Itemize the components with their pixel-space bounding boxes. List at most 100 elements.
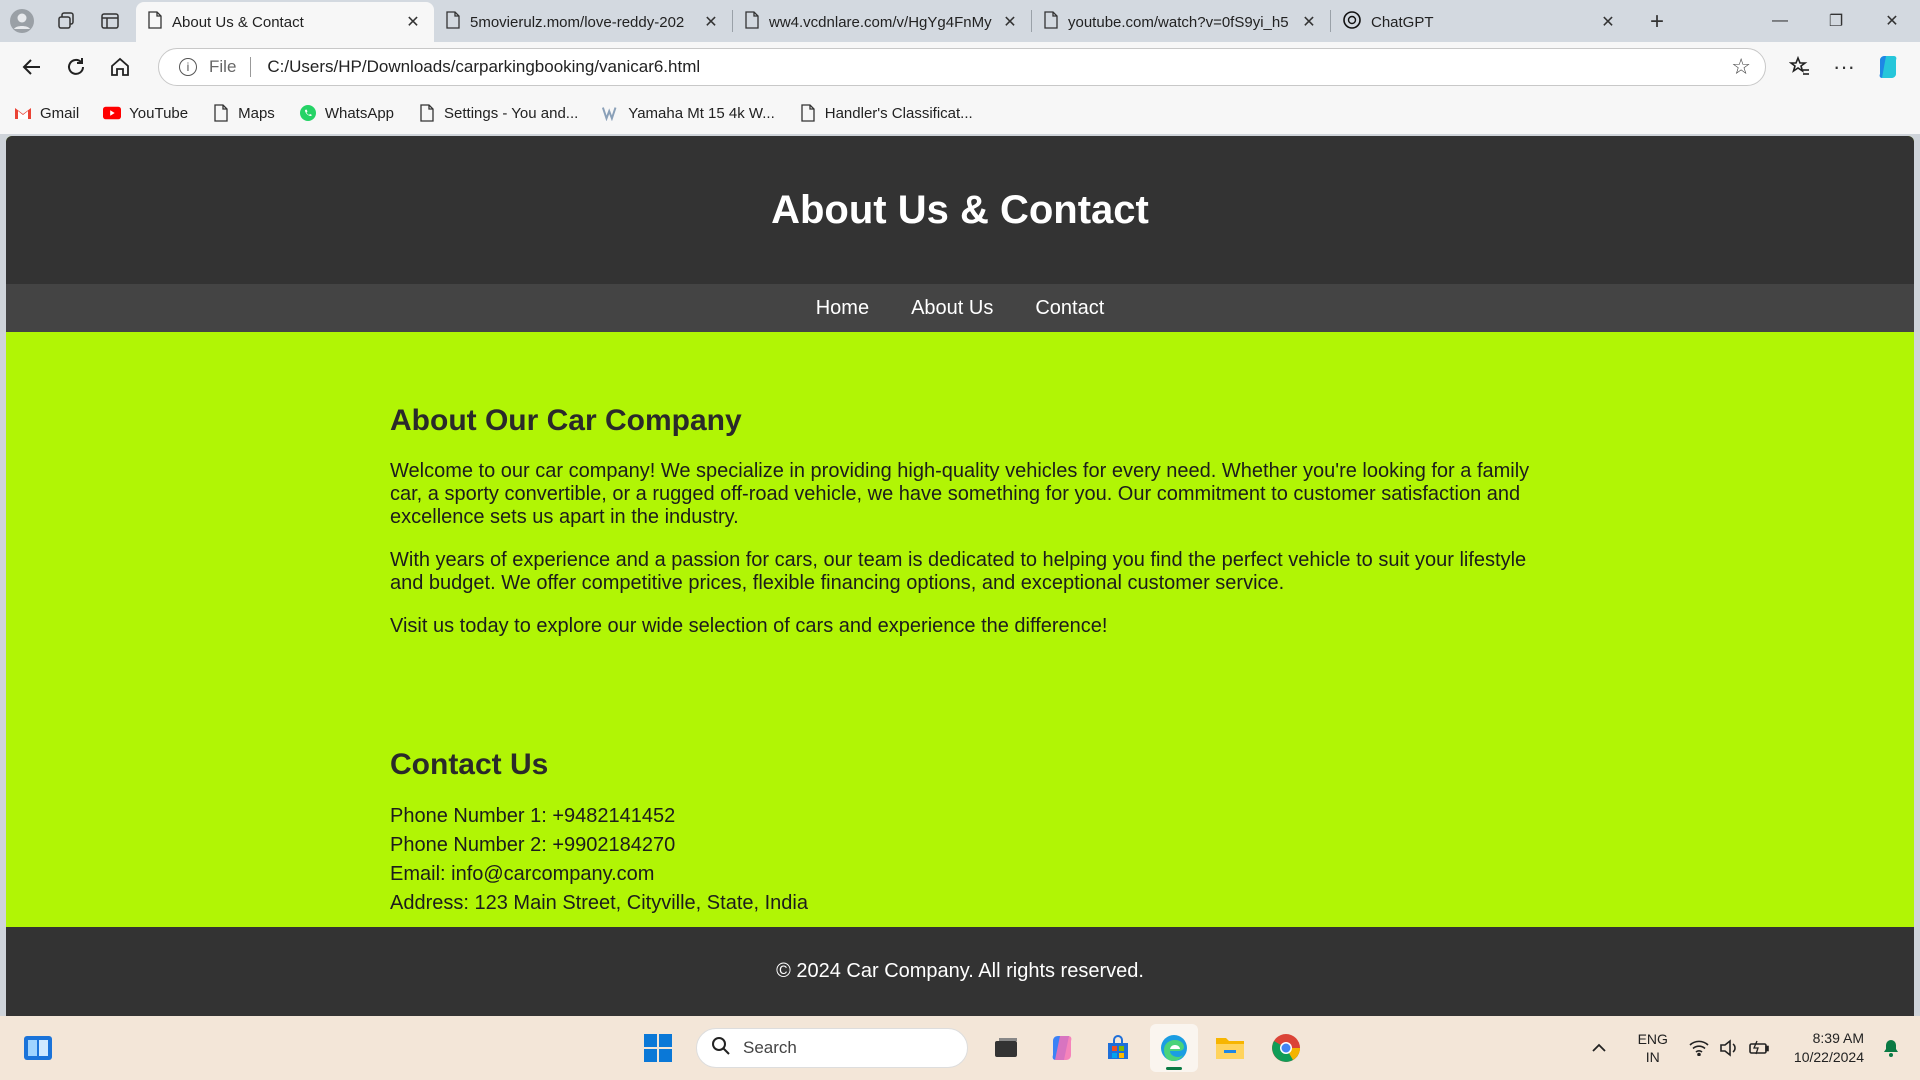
show-hidden-icons-chevron-icon[interactable]	[1586, 1035, 1612, 1061]
bookmark-handlers[interactable]: Handler's Classificat...	[799, 104, 973, 122]
close-tab-icon[interactable]: ✕	[402, 11, 424, 33]
about-paragraph: Visit us today to explore our wide selec…	[390, 615, 1108, 637]
close-tab-icon[interactable]: ✕	[1298, 11, 1320, 33]
wifi-icon[interactable]	[1686, 1035, 1712, 1061]
about-paragraph: Welcome to our car company! We specializ…	[390, 460, 1530, 528]
page-icon	[446, 11, 460, 33]
bookmark-label: Maps	[238, 104, 275, 122]
bookmark-label: YouTube	[129, 104, 189, 122]
home-icon[interactable]	[98, 47, 142, 87]
microsoft-store-icon[interactable]	[1094, 1024, 1142, 1072]
site-header: About Us & Contact	[6, 136, 1914, 284]
page-icon	[148, 11, 162, 33]
bookmarks-bar: Gmail YouTube Maps WhatsApp Settings - Y…	[0, 92, 1920, 134]
bookmark-label: Gmail	[40, 104, 80, 122]
search-icon	[711, 1036, 731, 1061]
close-window-icon[interactable]: ✕	[1864, 0, 1920, 42]
tab-title: youtube.com/watch?v=0fS9yi_h5	[1068, 13, 1289, 31]
clock-time: 8:39 AM	[1812, 1030, 1864, 1046]
bookmark-gmail[interactable]: Gmail	[14, 104, 79, 122]
bookmark-label: Handler's Classificat...	[824, 104, 973, 122]
tab-title: 5movierulz.mom/love-reddy-202	[470, 13, 685, 31]
file-explorer-icon[interactable]	[1206, 1024, 1254, 1072]
language-code: ENG	[1637, 1031, 1668, 1047]
taskbar-search-box[interactable]: Search	[696, 1028, 968, 1068]
bookmark-label: Yamaha Mt 15 4k W...	[628, 104, 775, 122]
bookmark-settings[interactable]: Settings - You and...	[418, 104, 578, 122]
bookmark-whatsapp[interactable]: WhatsApp	[299, 104, 394, 122]
volume-icon[interactable]	[1716, 1035, 1742, 1061]
system-tray: ENG IN 8:39 AM 10/22/2024	[1584, 1016, 1920, 1080]
copilot-app-icon[interactable]	[1038, 1024, 1086, 1072]
tab-about-us-contact[interactable]: About Us & Contact ✕	[136, 2, 434, 42]
os-taskbar: Search ENG IN 8:39 AM 10/22/2024	[0, 1016, 1920, 1080]
tab-title: ChatGPT	[1371, 13, 1434, 31]
chatgpt-icon	[1343, 11, 1361, 33]
task-view-icon[interactable]	[982, 1024, 1030, 1072]
gmail-icon	[14, 104, 32, 122]
url-text[interactable]: C:/Users/HP/Downloads/carparkingbooking/…	[267, 57, 1731, 77]
widgets-icon[interactable]	[22, 1032, 54, 1064]
about-section: About Our Car Company Welcome to our car…	[390, 404, 1530, 638]
tab-5movierulz[interactable]: 5movierulz.mom/love-reddy-202 ✕	[434, 4, 732, 40]
favorite-star-icon[interactable]: ☆	[1731, 54, 1751, 80]
window-controls: — ❐ ✕	[1752, 0, 1920, 42]
browser-tab-bar: About Us & Contact ✕ 5movierulz.mom/love…	[0, 0, 1920, 42]
edge-browser-icon[interactable]	[1150, 1024, 1198, 1072]
nav-contact-link[interactable]: Contact	[1035, 297, 1104, 320]
close-tab-icon[interactable]: ✕	[700, 11, 722, 33]
refresh-icon[interactable]	[54, 47, 98, 87]
taskbar-apps: Search	[634, 1016, 1318, 1080]
close-tab-icon[interactable]: ✕	[1597, 11, 1619, 33]
address-bar[interactable]: i File C:/Users/HP/Downloads/carparkingb…	[158, 48, 1766, 86]
clock-date: 10/22/2024	[1793, 1049, 1864, 1065]
contact-email: Email: info@carcompany.com	[390, 863, 655, 885]
more-options-icon[interactable]: ···	[1822, 47, 1866, 87]
contact-section: Contact Us Phone Number 1: +9482141452 P…	[390, 748, 1530, 915]
page-icon	[212, 104, 230, 122]
url-scheme: File	[209, 57, 237, 76]
language-indicator[interactable]: ENG IN	[1638, 1030, 1668, 1066]
favorites-icon[interactable]	[1778, 47, 1822, 87]
youtube-icon	[103, 104, 122, 122]
contact-heading: Contact Us	[390, 748, 549, 781]
notification-bell-icon[interactable]	[1878, 1035, 1904, 1061]
bookmark-maps[interactable]: Maps	[212, 104, 275, 122]
tab-title: About Us & Contact	[172, 13, 304, 31]
page-title: About Us & Contact	[771, 187, 1149, 232]
contact-phone-1: Phone Number 1: +9482141452	[390, 805, 676, 827]
whatsapp-icon	[299, 104, 317, 122]
battery-icon[interactable]	[1746, 1035, 1772, 1061]
clock[interactable]: 8:39 AM 10/22/2024	[1794, 1029, 1864, 1067]
wallpaper-icon	[602, 104, 620, 122]
bookmark-label: Settings - You and...	[444, 104, 579, 122]
profile-icon[interactable]	[0, 0, 44, 42]
page-icon	[799, 104, 817, 122]
contact-phone-2: Phone Number 2: +9902184270	[390, 834, 676, 856]
bookmark-yamaha[interactable]: Yamaha Mt 15 4k W...	[602, 104, 775, 122]
tab-youtube[interactable]: youtube.com/watch?v=0fS9yi_h5 ✕	[1032, 4, 1330, 40]
nav-about-link[interactable]: About Us	[911, 297, 993, 320]
restore-icon[interactable]: ❐	[1808, 0, 1864, 42]
nav-home-link[interactable]: Home	[816, 297, 869, 320]
minimize-icon[interactable]: —	[1752, 0, 1808, 42]
bookmark-youtube[interactable]: YouTube	[103, 104, 188, 122]
site-info-icon[interactable]: i	[179, 58, 197, 76]
start-windows-icon[interactable]	[634, 1024, 682, 1072]
browser-toolbar: i File C:/Users/HP/Downloads/carparkingb…	[0, 42, 1920, 92]
region-code: IN	[1645, 1049, 1660, 1065]
close-tab-icon[interactable]: ✕	[999, 11, 1021, 33]
page-icon	[1044, 11, 1058, 33]
new-tab-icon[interactable]: +	[1635, 4, 1679, 40]
site-footer: © 2024 Car Company. All rights reserved.	[6, 927, 1914, 1016]
workspaces-icon[interactable]	[44, 0, 88, 42]
page-icon	[418, 104, 436, 122]
tab-vcdnlare[interactable]: ww4.vcdnlare.com/v/HgYg4FnMy ✕	[733, 4, 1031, 40]
chrome-icon[interactable]	[1262, 1024, 1310, 1072]
tab-chatgpt[interactable]: ChatGPT ✕	[1331, 4, 1629, 40]
back-arrow-icon[interactable]	[10, 47, 54, 87]
vertical-tabs-icon[interactable]	[88, 0, 132, 42]
about-paragraph: With years of experience and a passion f…	[390, 549, 1527, 594]
copilot-icon[interactable]	[1866, 47, 1910, 87]
main-content: About Our Car Company Welcome to our car…	[390, 332, 1530, 915]
